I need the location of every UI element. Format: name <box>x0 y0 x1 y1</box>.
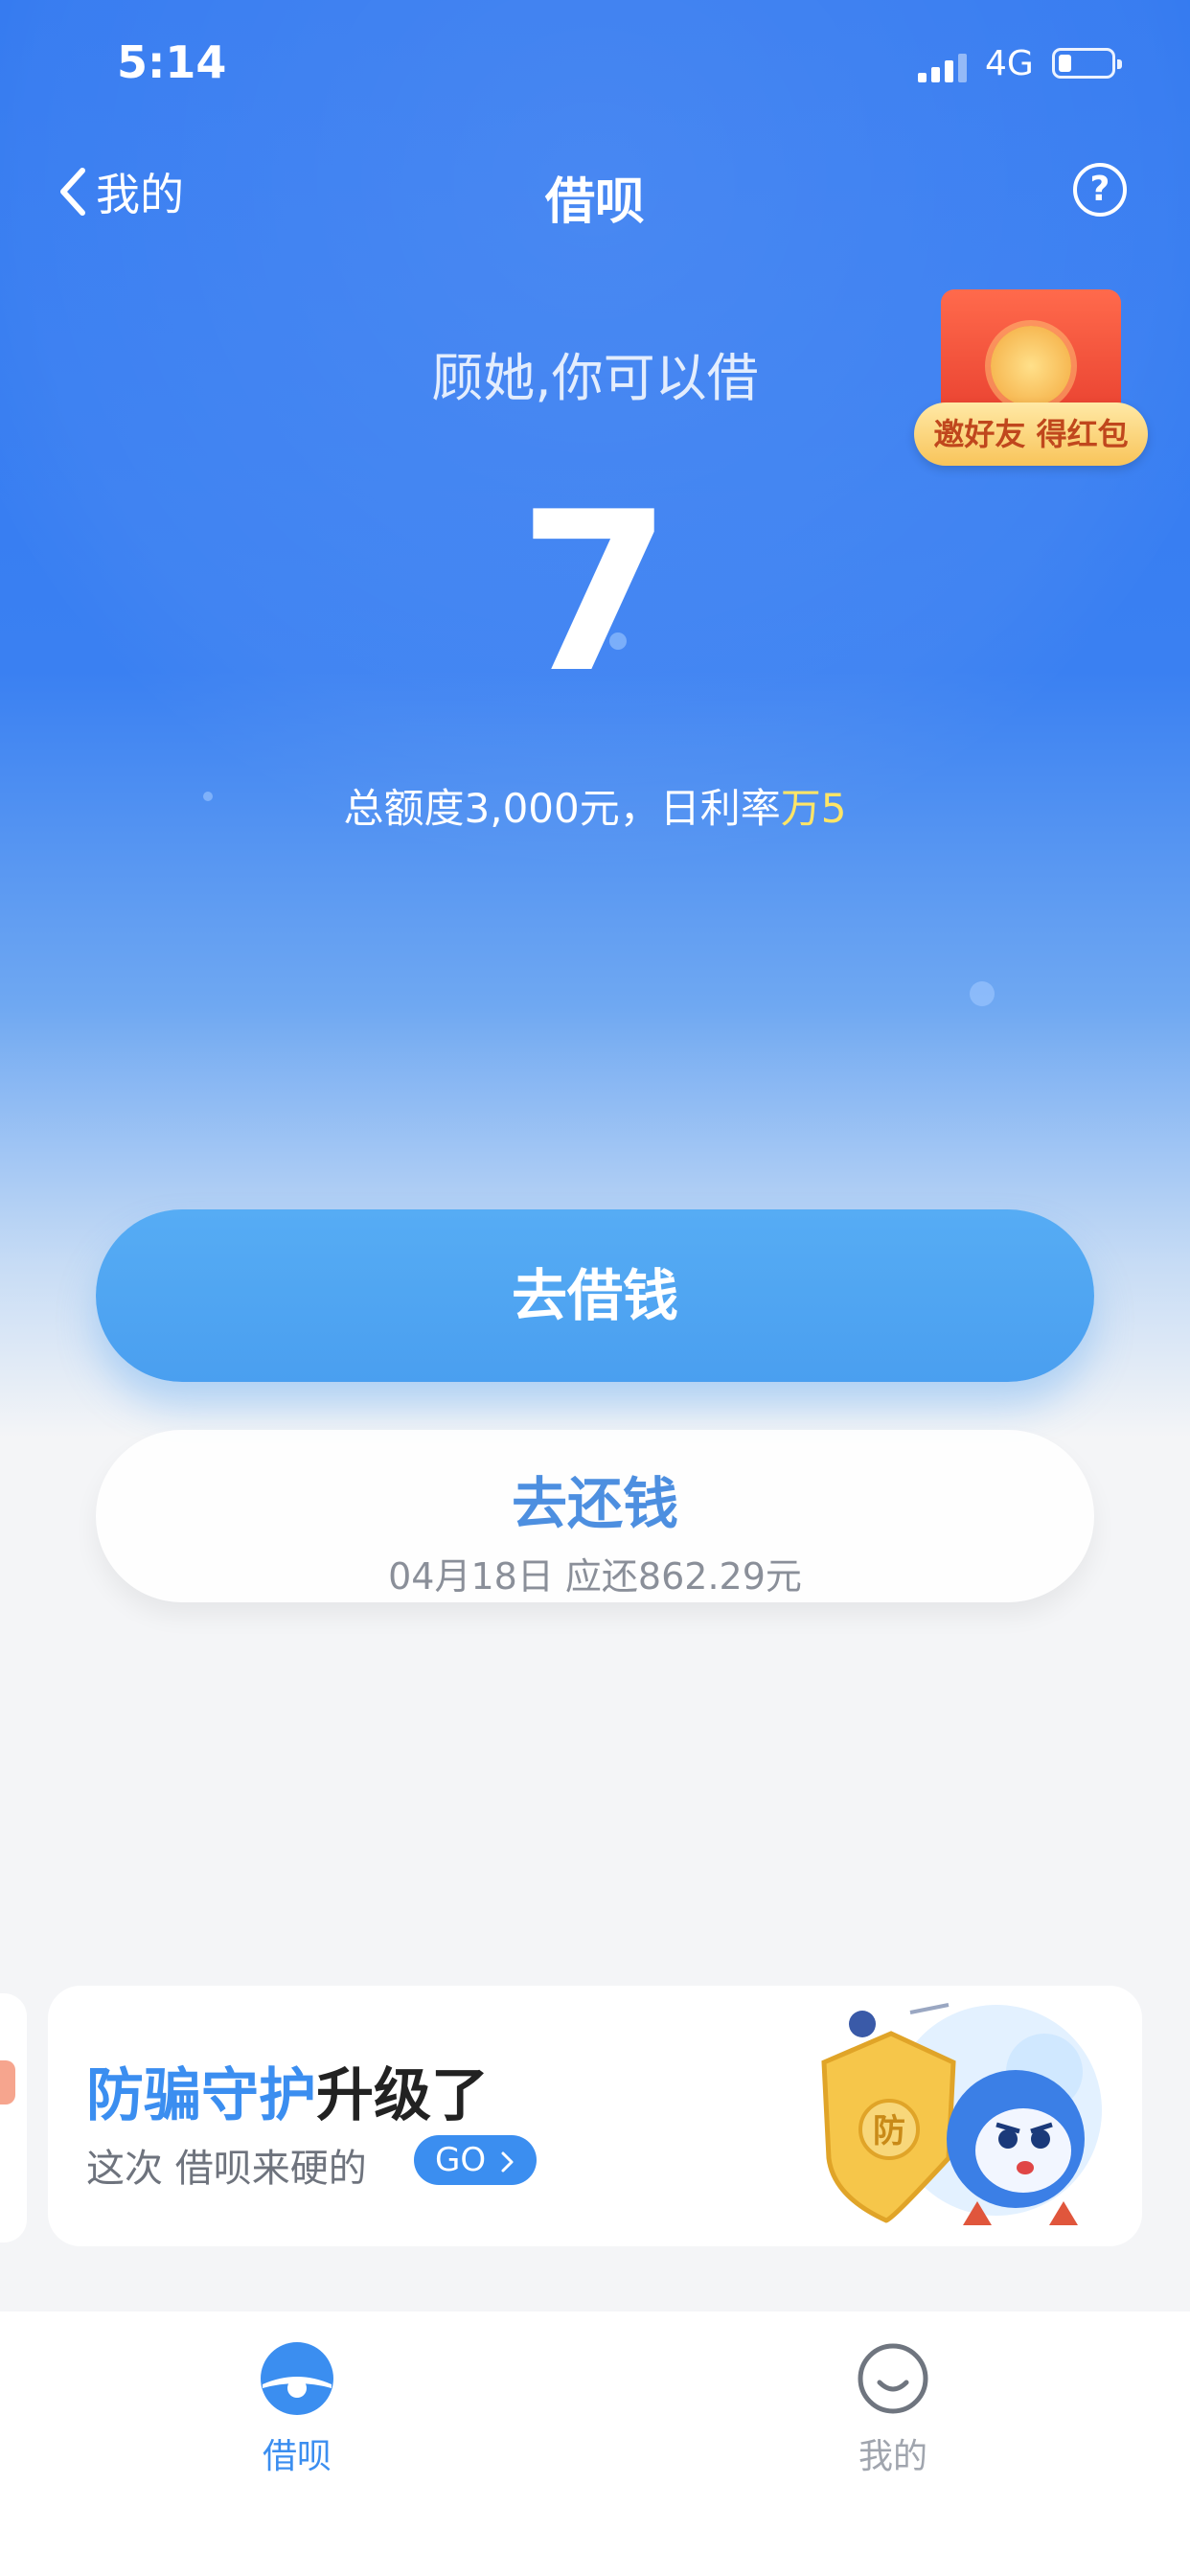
shield-text: 防 <box>873 2112 905 2150</box>
banner-decor <box>0 2060 15 2104</box>
battery-icon <box>1052 48 1122 79</box>
help-icon[interactable]: ? <box>1073 163 1127 217</box>
tab-label: 我的 <box>858 2437 927 2476</box>
status-bar: 5:14 4G <box>0 0 1190 129</box>
page-title: 借呗 <box>544 173 645 231</box>
borrow-button[interactable]: 去借钱 <box>96 1209 1094 1382</box>
banner-title: 防骗守护升级了 <box>86 2049 489 2132</box>
anti-fraud-banner[interactable]: 防骗守护升级了 这次 借呗来硬的 GO 防 <box>48 1986 1142 2246</box>
repay-button[interactable]: 去还钱 04月18日 应还862.29元 <box>96 1430 1094 1602</box>
available-amount: 7 <box>517 466 673 722</box>
signal-icon <box>918 54 967 82</box>
banner-title-highlight: 防骗守护 <box>86 2062 316 2129</box>
quota-text: 总额度3,000元，日利率 <box>343 785 781 832</box>
decor-dot <box>970 981 995 1006</box>
previous-banner-edge[interactable] <box>0 1993 27 2242</box>
repay-label: 去还钱 <box>511 1471 678 1536</box>
status-time: 5:14 <box>117 36 227 88</box>
chevron-right-icon <box>501 2151 514 2172</box>
smiley-icon <box>858 2343 928 2414</box>
repay-detail: 04月18日 应还862.29元 <box>388 1555 802 1598</box>
invite-label: 邀好友 得红包 <box>914 402 1148 466</box>
tab-bar: 借呗 我的 <box>0 2312 1190 2576</box>
tab-label: 借呗 <box>262 2437 332 2476</box>
mascot-shield-illustration: 防 <box>821 2003 1102 2225</box>
go-button[interactable]: GO <box>414 2135 537 2185</box>
banner-title-rest: 升级了 <box>316 2062 489 2129</box>
banner-subtitle: 这次 借呗来硬的 <box>86 2147 367 2191</box>
greeting-text: 顾她,你可以借 <box>431 348 759 408</box>
nav-bar: 我的 借呗 ? <box>0 144 1190 240</box>
tab-jiebei[interactable]: 借呗 <box>182 2340 412 2478</box>
quota-line: 总额度3,000元，日利率万5 <box>0 776 1190 835</box>
daily-rate: 万5 <box>780 785 847 832</box>
network-type: 4G <box>985 44 1034 83</box>
tab-mine[interactable]: 我的 <box>778 2340 1008 2478</box>
go-label: GO <box>435 2141 487 2179</box>
jiebei-tab-icon <box>261 2342 333 2415</box>
